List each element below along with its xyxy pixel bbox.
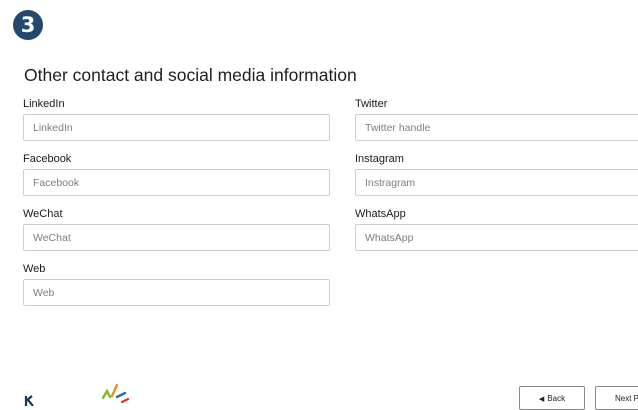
whatsapp-field-group: WhatsApp	[355, 207, 638, 251]
next-page-button-label: Next Page	[615, 393, 638, 403]
logo-mark-orange	[110, 384, 119, 398]
instagram-label: Instagram	[355, 153, 404, 165]
facebook-label: Facebook	[23, 153, 72, 165]
wechat-field-group: WeChat	[23, 207, 330, 251]
next-page-button[interactable]: Next Page	[595, 386, 638, 410]
web-label: Web	[23, 263, 46, 275]
triangle-left-icon: ◀	[538, 395, 545, 403]
logo-mark-red	[120, 397, 130, 404]
web-field-group: Web	[23, 262, 330, 306]
twitter-input[interactable]	[355, 114, 638, 141]
logo-letter-k	[24, 395, 34, 406]
web-input[interactable]	[23, 279, 330, 306]
step-number-badge: 3	[13, 10, 43, 40]
twitter-field-group: Twitter	[355, 97, 638, 141]
back-button-label: Back	[547, 393, 566, 403]
section-title: Other contact and social media informati…	[24, 65, 357, 85]
back-button[interactable]: ◀ Back	[519, 386, 585, 410]
facebook-input[interactable]	[23, 169, 330, 196]
whatsapp-input[interactable]	[355, 224, 638, 251]
facebook-field-group: Facebook	[23, 152, 330, 196]
wechat-input[interactable]	[23, 224, 330, 251]
linkedin-field-group: LinkedIn	[23, 97, 330, 141]
linkedin-label: LinkedIn	[23, 98, 65, 110]
linkedin-input[interactable]	[23, 114, 330, 141]
logo-mark-green	[101, 388, 112, 400]
brand-logo	[24, 384, 130, 406]
wechat-label: WeChat	[23, 208, 63, 220]
twitter-label: Twitter	[355, 98, 388, 110]
instagram-input[interactable]	[355, 169, 638, 196]
instagram-field-group: Instagram	[355, 152, 638, 196]
logo-mark-blue	[115, 391, 127, 399]
whatsapp-label: WhatsApp	[355, 208, 406, 220]
